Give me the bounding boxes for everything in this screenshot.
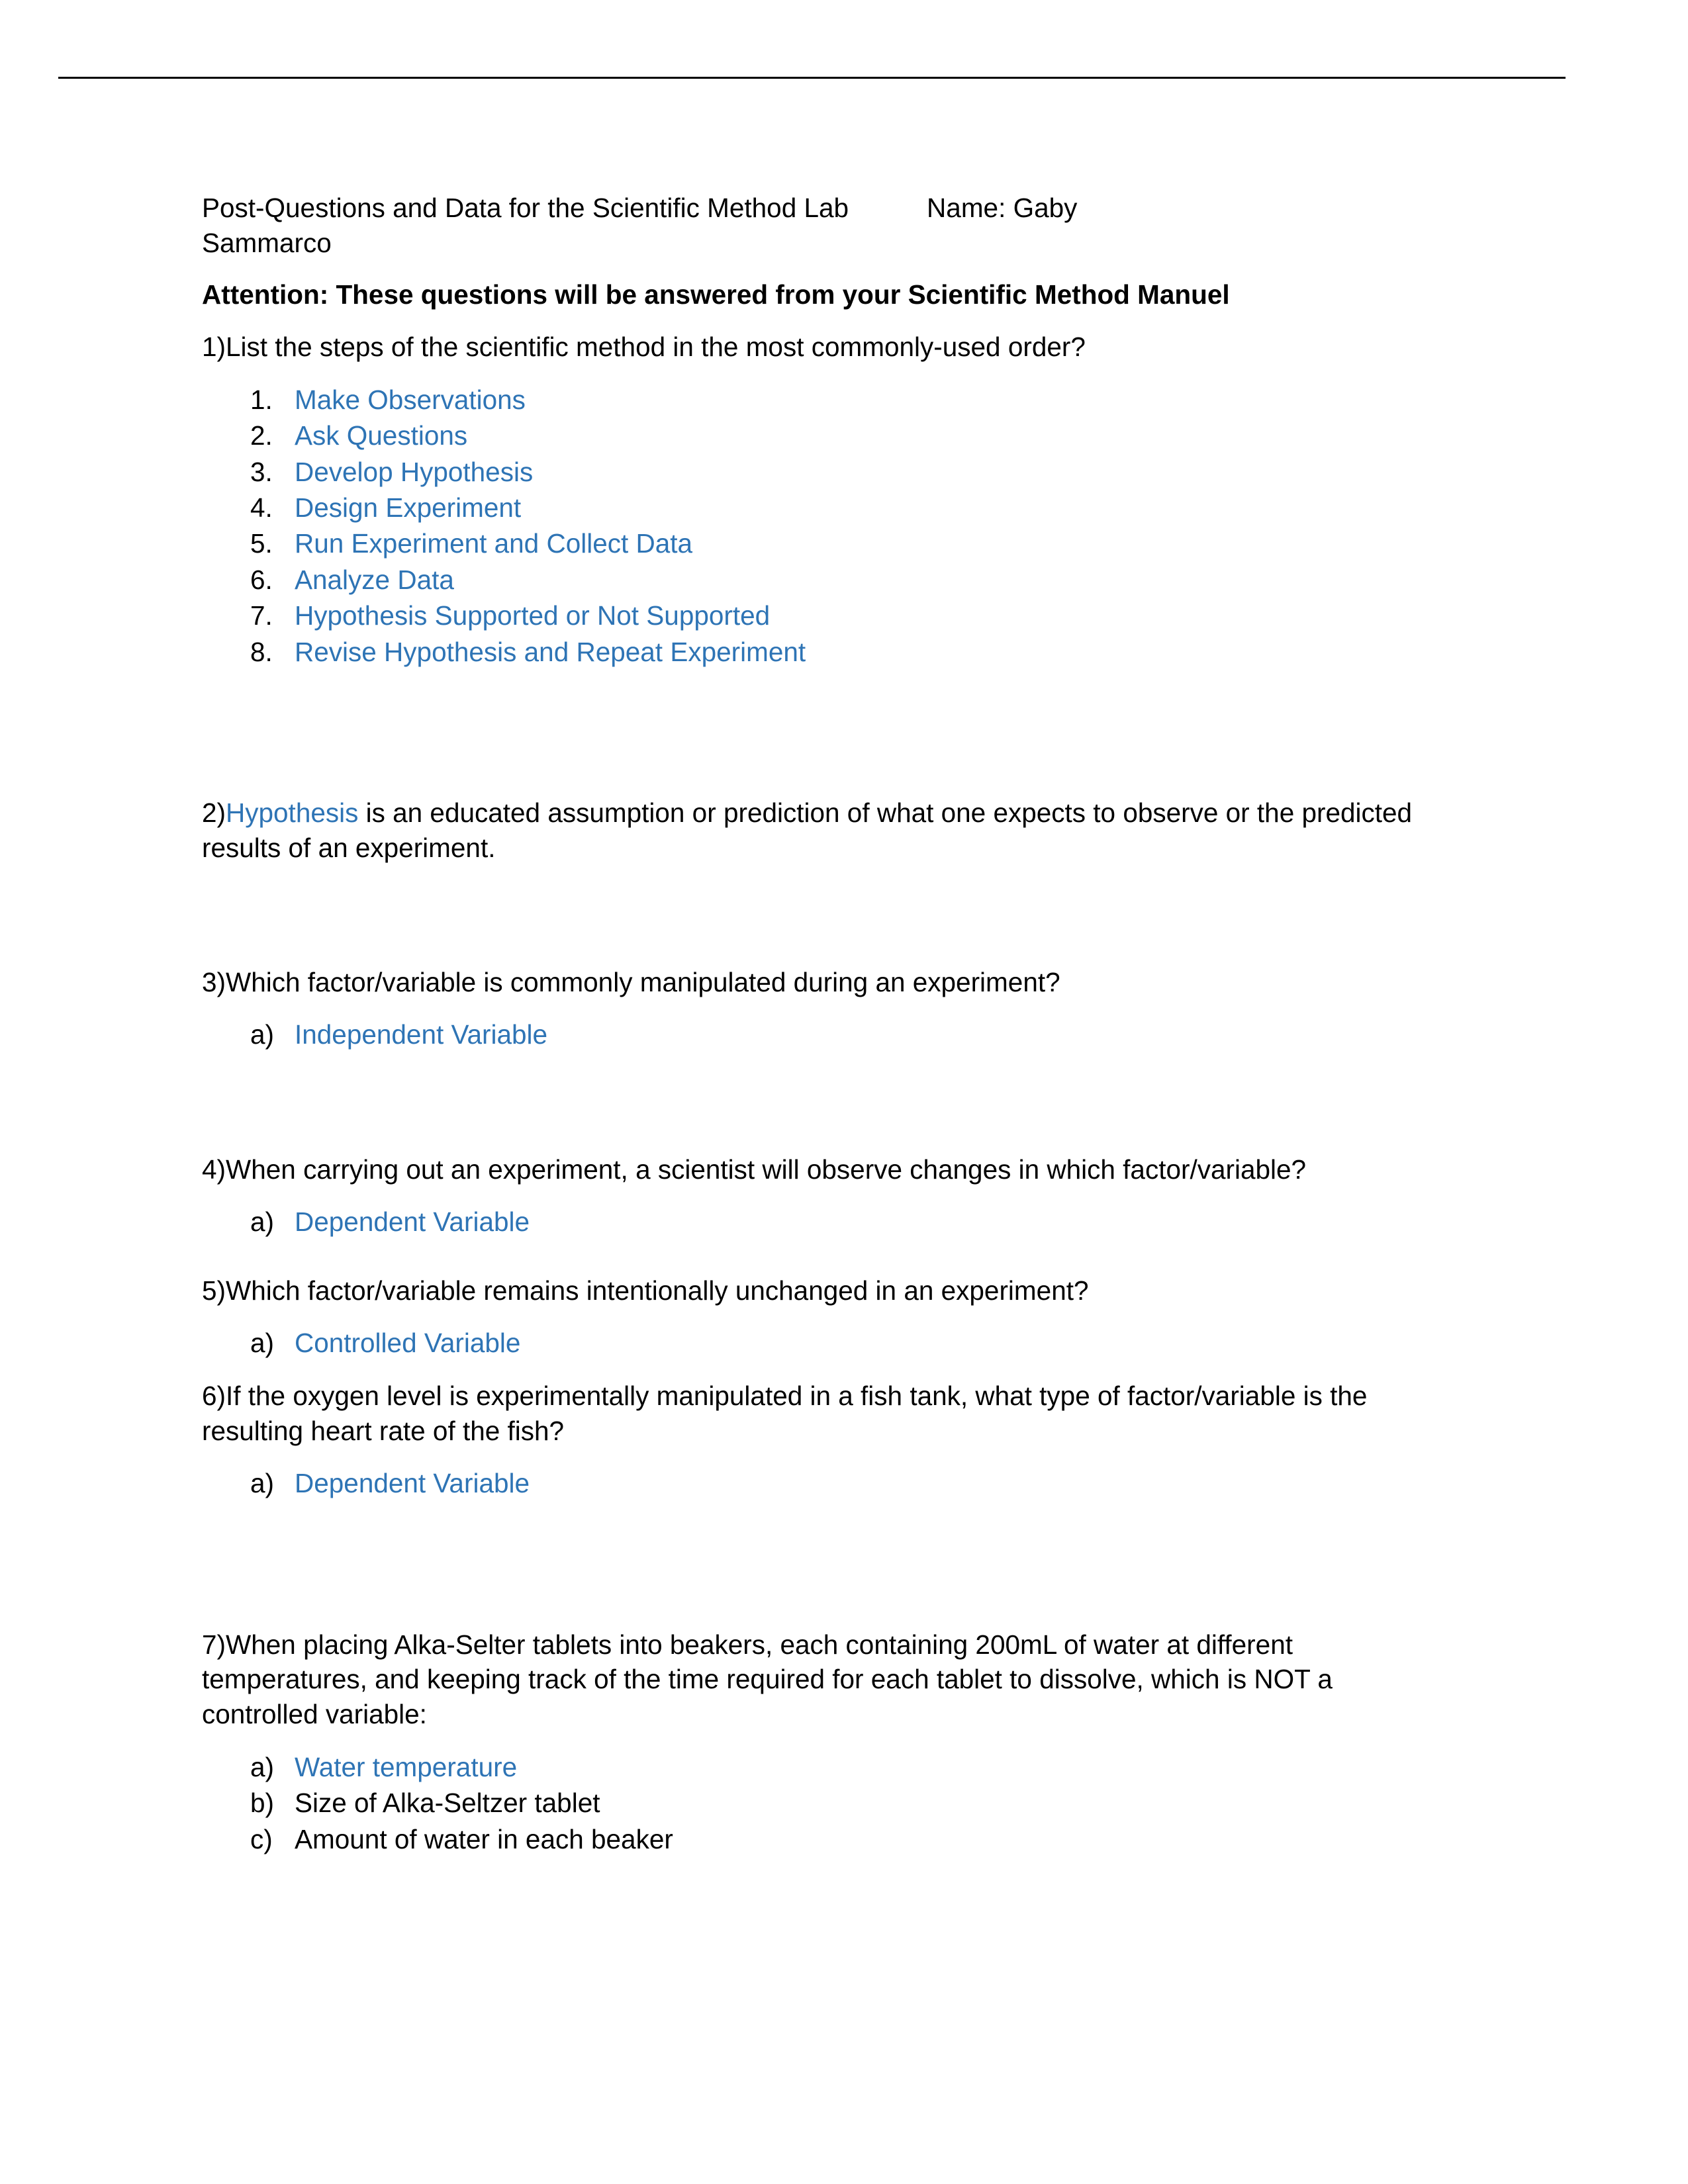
question-2-prompt: 2)Hypothesis is an educated assumption o… [202, 796, 1448, 865]
question-7-number: 7) [202, 1629, 226, 1660]
choice-label: Size of Alka-Seltzer tablet [295, 1788, 600, 1819]
list-item: a) Dependent Variable [202, 1465, 1448, 1501]
question-1-number: 1) [202, 331, 226, 362]
question-7-answer-list: a) Water temperature b) Size of Alka-Seltz… [202, 1749, 1448, 1857]
list-item: 5. Run Experiment and Collect Data [202, 525, 1448, 561]
list-item: c) Amount of water in each beaker [202, 1821, 1448, 1857]
question-7-prompt: 7)When placing Alka-Selter tablets into … [202, 1627, 1448, 1732]
question-2-text: is an educated assumption or prediction … [202, 797, 1413, 863]
list-item-label: Analyze Data [295, 564, 454, 595]
document-body: Post-Questions and Data for the Scientif… [202, 191, 1448, 1857]
list-marker: b) [250, 1788, 275, 1819]
choice-label: Dependent Variable [295, 1468, 530, 1499]
list-item: 1. Make Observations [202, 382, 1448, 418]
document-title-line: Post-Questions and Data for the Scientif… [202, 191, 1448, 226]
question-6-prompt: 6)If the oxygen level is experimentally … [202, 1379, 1448, 1448]
page-title: Post-Questions and Data for the Scientif… [202, 193, 849, 223]
list-marker: a) [250, 1468, 275, 1499]
choice-label: Water temperature [295, 1751, 518, 1782]
question-1-text: List the steps of the scientific method … [226, 331, 1086, 362]
list-item: a) Dependent Variable [202, 1204, 1448, 1240]
list-marker: 8. [250, 636, 273, 667]
question-6-number: 6) [202, 1380, 226, 1411]
question-1-answer-list: 1. Make Observations 2. Ask Questions 3. De… [202, 382, 1448, 670]
list-marker: 6. [250, 564, 273, 595]
choice-label: Amount of water in each beaker [295, 1823, 673, 1854]
question-6-answer-list: a) Dependent Variable [202, 1465, 1448, 1501]
list-item: 6. Analyze Data [202, 562, 1448, 598]
list-marker: 2. [250, 420, 273, 451]
question-4-answer-list: a) Dependent Variable [202, 1204, 1448, 1240]
student-name-continuation: Sammarco [202, 227, 332, 258]
question-3-number: 3) [202, 966, 226, 997]
list-item: a) Independent Variable [202, 1017, 1448, 1052]
list-marker: a) [250, 1328, 275, 1359]
list-item: 8. Revise Hypothesis and Repeat Experimen… [202, 634, 1448, 670]
list-marker: 1. [250, 384, 273, 415]
question-3-prompt: 3)Which factor/variable is commonly mani… [202, 965, 1448, 1000]
list-marker: 7. [250, 600, 273, 631]
list-marker: 4. [250, 492, 273, 523]
list-item: 7. Hypothesis Supported or Not Supported [202, 598, 1448, 633]
list-item-label: Revise Hypothesis and Repeat Experiment [295, 636, 806, 667]
list-item: 3. Develop Hypothesis [202, 454, 1448, 490]
question-3-text: Which factor/variable is commonly manipu… [226, 966, 1060, 997]
question-2-answer: Hypothesis [226, 797, 359, 829]
document-page: Post-Questions and Data for the Scientif… [0, 0, 1688, 2184]
choice-label: Dependent Variable [295, 1206, 530, 1238]
list-item: a) Water temperature [202, 1749, 1448, 1785]
list-item: 4. Design Experiment [202, 490, 1448, 525]
list-item: a) Controlled Variable [202, 1325, 1448, 1361]
question-5-number: 5) [202, 1275, 226, 1306]
question-4-number: 4) [202, 1154, 226, 1185]
list-item-label: Ask Questions [295, 420, 468, 451]
student-name-label: Name: Gaby [927, 193, 1078, 223]
question-5-answer-list: a) Controlled Variable [202, 1325, 1448, 1361]
question-4-text: When carrying out an experiment, a scien… [226, 1154, 1307, 1185]
question-2-number: 2) [202, 797, 226, 829]
list-marker: a) [250, 1206, 275, 1238]
question-4-prompt: 4)When carrying out an experiment, a sci… [202, 1152, 1448, 1187]
list-item-label: Develop Hypothesis [295, 456, 534, 487]
attention-note: Attention: These questions will be answe… [202, 279, 1230, 310]
list-item: b) Size of Alka-Seltzer tablet [202, 1785, 1448, 1821]
question-1-prompt: 1)List the steps of the scientific metho… [202, 330, 1448, 365]
question-5-prompt: 5)Which factor/variable remains intentio… [202, 1273, 1448, 1308]
list-marker: c) [250, 1823, 273, 1854]
list-marker: a) [250, 1751, 275, 1782]
list-item-label: Hypothesis Supported or Not Supported [295, 600, 771, 631]
choice-label: Independent Variable [295, 1019, 548, 1050]
list-item-label: Run Experiment and Collect Data [295, 528, 693, 559]
list-item-label: Design Experiment [295, 492, 522, 523]
list-marker: 5. [250, 528, 273, 559]
header-divider-rule [58, 77, 1566, 79]
choice-label: Controlled Variable [295, 1328, 521, 1359]
list-marker: a) [250, 1019, 275, 1050]
list-item: 2. Ask Questions [202, 418, 1448, 453]
list-marker: 3. [250, 456, 273, 487]
list-item-label: Make Observations [295, 384, 526, 415]
question-7-text: When placing Alka-Selter tablets into be… [202, 1629, 1333, 1729]
question-3-answer-list: a) Independent Variable [202, 1017, 1448, 1052]
question-6-text: If the oxygen level is experimentally ma… [202, 1380, 1368, 1446]
question-5-text: Which factor/variable remains intentiona… [226, 1275, 1089, 1306]
